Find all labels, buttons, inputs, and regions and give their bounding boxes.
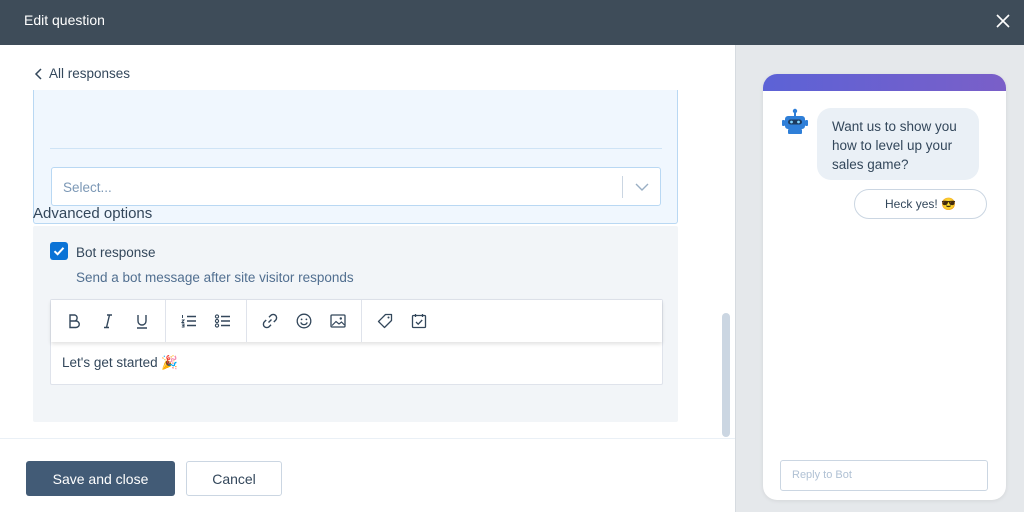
image-button[interactable] (321, 306, 355, 336)
chat-header-bar (763, 74, 1006, 91)
bot-response-checkbox[interactable] (50, 242, 68, 260)
chevron-down-icon[interactable] (635, 181, 649, 193)
link-button[interactable] (253, 306, 287, 336)
select-placeholder: Select... (63, 180, 112, 195)
emoji-icon (296, 313, 312, 329)
divider (50, 148, 662, 149)
bulleted-list-icon (214, 314, 230, 328)
advanced-options-heading: Advanced options (33, 205, 153, 222)
cancel-button[interactable]: Cancel (186, 461, 282, 496)
bot-response-help-text: Send a bot message after site visitor re… (76, 270, 354, 285)
numbered-list-icon (180, 315, 196, 328)
text-format-group (51, 300, 166, 342)
bold-button[interactable] (57, 306, 91, 336)
italic-button[interactable] (91, 306, 125, 336)
extras-group (362, 300, 442, 342)
editor-toolbar (51, 300, 662, 342)
advanced-options-card: Bot response Send a bot message after si… (33, 226, 678, 422)
chat-preview-panel: Want us to show you how to level up your… (735, 45, 1024, 512)
insert-group (247, 300, 362, 342)
bulleted-list-button[interactable] (206, 306, 240, 336)
select-dropdown[interactable]: Select... (51, 167, 661, 206)
image-icon (330, 314, 346, 328)
close-icon[interactable] (992, 10, 1014, 32)
select-separator (622, 176, 623, 198)
list-group (166, 300, 247, 342)
modal-footer: Save and close Cancel (0, 438, 735, 512)
personalization-token-button[interactable] (368, 306, 402, 336)
editor-panel: All responses Select... Advanced options… (0, 45, 735, 512)
modal-header: Edit question (0, 0, 1024, 45)
tag-icon (377, 313, 393, 329)
checkmark-icon (53, 247, 65, 256)
save-and-close-button[interactable]: Save and close (26, 461, 175, 496)
underline-icon (137, 315, 147, 329)
chat-widget-preview: Want us to show you how to level up your… (763, 74, 1006, 500)
editor-content[interactable]: Let's get started 🎉 (62, 355, 178, 371)
meeting-link-button[interactable] (402, 306, 436, 336)
underline-button[interactable] (125, 306, 159, 336)
back-link-label: All responses (49, 66, 131, 81)
bot-response-label: Bot response (76, 245, 156, 260)
italic-icon (104, 314, 112, 329)
chevron-left-icon (34, 67, 42, 80)
rich-text-editor: Let's get started 🎉 (50, 299, 663, 385)
scrollbar-thumb[interactable] (722, 313, 730, 437)
numbered-list-button[interactable] (172, 306, 206, 336)
bot-avatar-icon (782, 108, 808, 134)
modal-title: Edit question (24, 12, 105, 28)
bold-icon (69, 314, 80, 329)
back-link[interactable]: All responses (34, 66, 130, 81)
calendar-check-icon (411, 314, 427, 329)
bot-message-bubble: Want us to show you how to level up your… (817, 108, 979, 180)
link-icon (262, 313, 278, 329)
reply-input[interactable]: Reply to Bot (780, 460, 988, 491)
quick-reply-button[interactable]: Heck yes! 😎 (854, 189, 987, 219)
emoji-button[interactable] (287, 306, 321, 336)
response-options-card: Select... (33, 90, 678, 224)
